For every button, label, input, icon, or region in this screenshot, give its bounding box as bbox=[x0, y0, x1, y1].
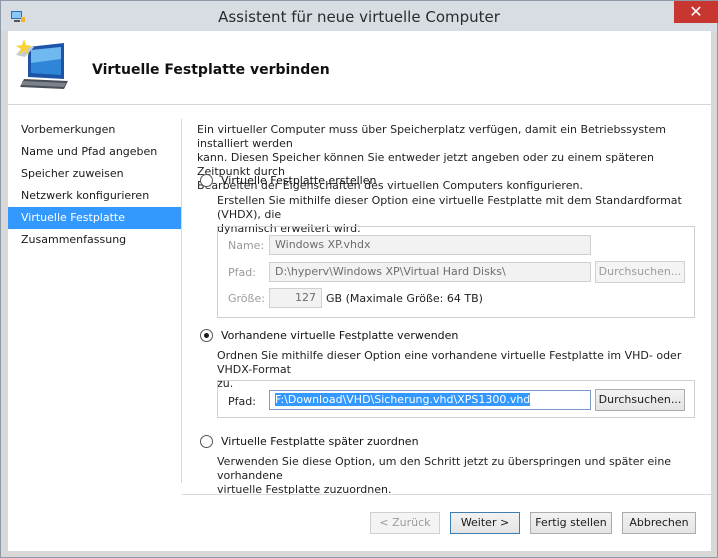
wizard-header: Virtuelle Festplatte verbinden bbox=[8, 31, 711, 105]
description-line: Verwenden Sie diese Option, um den Schri… bbox=[217, 455, 672, 482]
create-vhd-radio[interactable] bbox=[200, 174, 213, 187]
description-line: Ordnen Sie mithilfe dieser Option eine v… bbox=[217, 349, 682, 376]
vhd-path-label: Pfad: bbox=[228, 266, 256, 279]
wizard-step-nav: Vorbemerkungen Name und Pfad angeben Spe… bbox=[8, 119, 182, 251]
option-existing-vhd[interactable]: Vorhandene virtuelle Festplatte verwende… bbox=[200, 329, 458, 342]
nav-item-speicher[interactable]: Speicher zuweisen bbox=[8, 163, 182, 185]
existing-path-label: Pfad: bbox=[228, 395, 256, 408]
vhd-path-input[interactable]: D:\hyperv\Windows XP\Virtual Hard Disks\ bbox=[269, 262, 591, 282]
wizard-client-area: Virtuelle Festplatte verbinden Vorbemerk… bbox=[8, 31, 711, 551]
vhd-size-label: Größe: bbox=[228, 292, 265, 305]
later-vhd-radio[interactable] bbox=[200, 435, 213, 448]
later-vhd-label: Virtuelle Festplatte später zuordnen bbox=[221, 435, 419, 448]
vhd-name-input[interactable]: Windows XP.vhdx bbox=[269, 235, 591, 255]
vhd-name-label: Name: bbox=[228, 239, 265, 252]
existing-vhd-label: Vorhandene virtuelle Festplatte verwende… bbox=[221, 329, 459, 342]
vhd-size-unit: GB (Maximale Größe: 64 TB) bbox=[326, 292, 483, 305]
create-browse-button[interactable]: Durchsuchen... bbox=[595, 261, 685, 283]
option-create-vhd[interactable]: Virtuelle Festplatte erstellen bbox=[200, 174, 376, 187]
cancel-button[interactable]: Abbrechen bbox=[622, 512, 696, 534]
existing-path-value: F:\Download\VHD\Sicherung.vhd\XPS1300.vh… bbox=[275, 393, 531, 406]
window-title: Assistent für neue virtuelle Computer bbox=[218, 8, 500, 26]
nav-item-vorbemerkungen[interactable]: Vorbemerkungen bbox=[8, 119, 182, 141]
finish-button[interactable]: Fertig stellen bbox=[530, 512, 612, 534]
create-vhd-label: Virtuelle Festplatte erstellen bbox=[221, 174, 377, 187]
title-bar: Assistent für neue virtuelle Computer ✕ bbox=[1, 1, 718, 31]
new-virtual-machine-icon bbox=[16, 39, 68, 89]
nav-divider bbox=[181, 119, 182, 483]
nav-item-netzwerk[interactable]: Netzwerk konfigurieren bbox=[8, 185, 182, 207]
description-line: Erstellen Sie mithilfe dieser Option ein… bbox=[217, 194, 682, 221]
intro-line: Ein virtueller Computer muss über Speich… bbox=[197, 123, 666, 150]
later-vhd-description: Verwenden Sie diese Option, um den Schri… bbox=[217, 455, 697, 497]
footer-divider bbox=[182, 494, 711, 495]
option-later-vhd[interactable]: Virtuelle Festplatte später zuordnen bbox=[200, 435, 419, 448]
nav-item-name-und-pfad[interactable]: Name und Pfad angeben bbox=[8, 141, 182, 163]
back-button[interactable]: < Zurück bbox=[370, 512, 440, 534]
nav-item-virtuelle-festplatte[interactable]: Virtuelle Festplatte verbinden bbox=[8, 207, 182, 246]
next-button[interactable]: Weiter > bbox=[450, 512, 520, 534]
close-button[interactable]: ✕ bbox=[674, 1, 718, 23]
wizard-window: Assistent für neue virtuelle Computer ✕ … bbox=[0, 0, 718, 558]
existing-browse-button[interactable]: Durchsuchen... bbox=[595, 389, 685, 411]
page-title: Virtuelle Festplatte verbinden bbox=[92, 62, 330, 78]
existing-vhd-radio[interactable] bbox=[200, 329, 213, 342]
vhd-size-input[interactable]: 127 bbox=[269, 288, 322, 308]
nav-item-zusammenfassung[interactable]: Zusammenfassung bbox=[8, 229, 182, 251]
existing-path-input[interactable]: F:\Download\VHD\Sicherung.vhd\XPS1300.vh… bbox=[269, 390, 591, 410]
